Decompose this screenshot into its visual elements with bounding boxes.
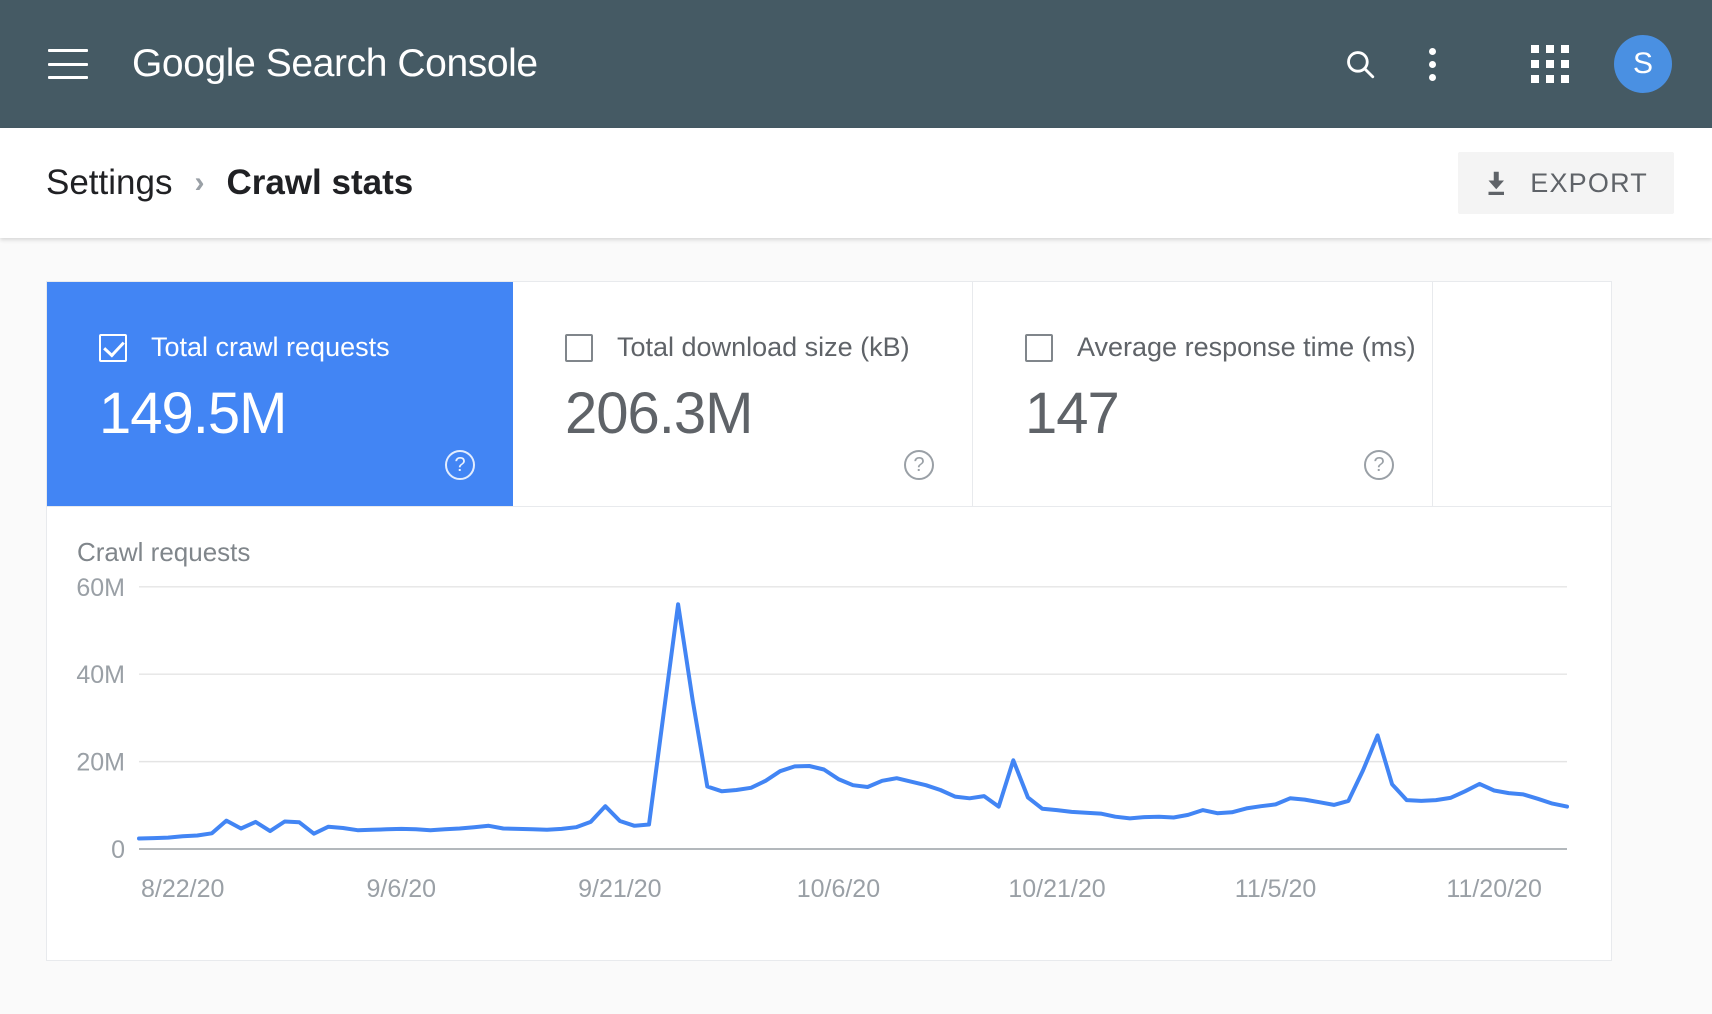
metric-value: 206.3M xyxy=(565,381,753,446)
chart-x-axis-labels: 8/22/20 9/6/20 9/21/20 10/6/20 10/21/20 11/5/… xyxy=(141,875,1542,903)
chart-svg: 0 20M 40M 60M 8/22/20 9/6/20 9/21/20 10/6/20 10… xyxy=(76,574,1569,903)
brand-google: Google xyxy=(132,42,256,85)
x-tick-label: 8/22/20 xyxy=(141,875,224,903)
main-content: Total crawl requests 149.5M ? Total down… xyxy=(0,238,1712,1014)
metric-value: 149.5M xyxy=(99,381,287,446)
metric-card-header: Total download size (kB) xyxy=(565,332,972,363)
avatar[interactable]: S xyxy=(1614,35,1672,93)
y-tick-label: 0 xyxy=(111,836,125,864)
x-tick-label: 9/6/20 xyxy=(367,875,437,903)
export-label: EXPORT xyxy=(1530,167,1648,198)
crawl-stats-panel: Total crawl requests 149.5M ? Total down… xyxy=(46,281,1612,961)
chevron-right-icon: › xyxy=(194,166,205,199)
metric-card-empty-slot xyxy=(1433,282,1611,506)
search-icon[interactable] xyxy=(1324,28,1396,100)
hamburger-icon[interactable] xyxy=(48,49,88,79)
x-tick-label: 11/5/20 xyxy=(1235,875,1317,903)
brand-search-console: Search Console xyxy=(255,42,538,85)
y-tick-label: 40M xyxy=(76,661,125,689)
apps-grid-icon[interactable] xyxy=(1514,28,1586,100)
breadcrumb-settings-link[interactable]: Settings xyxy=(46,163,172,203)
checkbox-average-response-time[interactable] xyxy=(1025,333,1053,362)
y-tick-label: 60M xyxy=(76,574,125,602)
app-top-bar: Google Search Console S xyxy=(0,0,1712,128)
crawl-stats-page: Google Search Console S Settings › Crawl… xyxy=(0,0,1712,1014)
x-tick-label: 10/6/20 xyxy=(797,875,880,903)
page-title: Crawl stats xyxy=(226,163,414,202)
checkbox-total-download-size[interactable] xyxy=(565,333,593,362)
top-bar-actions: S xyxy=(1324,0,1712,128)
export-button[interactable]: EXPORT xyxy=(1458,152,1674,214)
metric-value: 147 xyxy=(1025,381,1120,446)
x-tick-label: 9/21/20 xyxy=(578,875,661,903)
metric-card-row: Total crawl requests 149.5M ? Total down… xyxy=(47,282,1611,507)
metric-label: Total crawl requests xyxy=(151,332,390,362)
breadcrumb-bar: Settings › Crawl stats EXPORT xyxy=(0,128,1712,238)
y-tick-label: 20M xyxy=(76,749,125,777)
chart-gridlines xyxy=(139,586,1567,850)
metric-card-total-crawl-requests[interactable]: Total crawl requests 149.5M ? xyxy=(47,282,513,506)
metric-card-total-download-size[interactable]: Total download size (kB) 206.3M ? xyxy=(513,282,973,506)
metric-label: Total download size (kB) xyxy=(617,332,910,362)
help-circle-icon[interactable]: ? xyxy=(1364,450,1394,480)
metric-card-average-response-time[interactable]: Average response time (ms) 147 ? xyxy=(973,282,1433,506)
chart-y-axis-labels: 0 20M 40M 60M xyxy=(76,574,125,864)
crawl-requests-chart: Crawl requests 0 20M 40M 60M 8/22/20 9/6/20 9… xyxy=(47,507,1611,961)
metric-card-header: Average response time (ms) xyxy=(1025,332,1432,363)
product-title: Google Search Console xyxy=(132,42,538,86)
help-circle-icon[interactable]: ? xyxy=(445,450,475,480)
x-tick-label: 10/21/20 xyxy=(1008,875,1105,903)
more-vert-icon[interactable] xyxy=(1396,28,1468,100)
help-circle-icon[interactable]: ? xyxy=(904,450,934,480)
metric-card-header: Total crawl requests xyxy=(99,332,513,363)
metric-label: Average response time (ms) xyxy=(1077,332,1416,362)
chart-line-series xyxy=(137,602,1569,841)
x-tick-label: 11/20/20 xyxy=(1446,875,1541,903)
checkbox-total-crawl-requests[interactable] xyxy=(99,333,127,362)
download-icon xyxy=(1488,171,1505,195)
